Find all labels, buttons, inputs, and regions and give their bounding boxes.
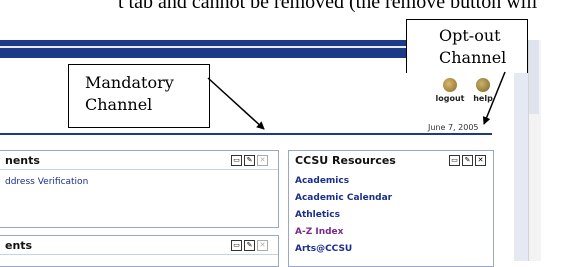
logout-button[interactable]: logout (433, 78, 467, 103)
channel-header: CCSU Resources ▭ ✎ ✕ (289, 151, 493, 169)
resource-link-arts[interactable]: Arts@CCSU (295, 244, 352, 254)
resource-link-academic-calendar[interactable]: Academic Calendar (295, 193, 392, 203)
document-text: t tab and cannot be removed (the remove … (118, 0, 538, 13)
remove-icon[interactable]: ✕ (475, 155, 486, 166)
minimize-icon[interactable]: ▭ (231, 240, 242, 251)
channel-header: ents ▭ ✎ ✕ (0, 236, 278, 255)
remove-icon: ✕ (257, 240, 268, 251)
channel-controls: ▭ ✎ ✕ (231, 240, 268, 251)
channel-ccsu-resources: CCSU Resources ▭ ✎ ✕ Academics Academic … (288, 150, 494, 267)
resource-link-academics[interactable]: Academics (295, 176, 349, 186)
channel-title: nents (5, 154, 40, 167)
header-separator (0, 133, 492, 135)
current-date: June 7, 2005 (428, 123, 479, 132)
resource-link-a-z-index[interactable]: A-Z Index (295, 227, 343, 237)
channel-title: CCSU Resources (295, 154, 396, 167)
resource-link-athletics[interactable]: Athletics (295, 210, 340, 220)
header-highlight-line (0, 46, 412, 48)
callout-optout-channel: Opt-out Channel (406, 19, 528, 73)
logout-label: logout (435, 94, 465, 103)
channel-controls: ▭ ✎ ✕ (231, 155, 268, 166)
help-label: help (473, 94, 493, 103)
callout-mandatory-text: Mandatory Channel (85, 73, 174, 114)
callout-mandatory-channel: Mandatory Channel (68, 64, 210, 128)
right-margin (514, 40, 528, 261)
callout-optout-text: Opt-out Channel (439, 26, 507, 67)
remove-icon: ✕ (257, 155, 268, 166)
minimize-icon[interactable]: ▭ (231, 155, 242, 166)
channel-left-bottom: ents ▭ ✎ ✕ (0, 235, 279, 267)
help-icon (476, 78, 490, 92)
edit-icon[interactable]: ✎ (244, 240, 255, 251)
scrollbar-thumb[interactable] (529, 40, 539, 114)
edit-icon[interactable]: ✎ (462, 155, 473, 166)
minimize-icon[interactable]: ▭ (449, 155, 460, 166)
channel-title: ents (5, 239, 33, 252)
edit-icon[interactable]: ✎ (244, 155, 255, 166)
logout-icon (443, 78, 457, 92)
channel-controls: ▭ ✎ ✕ (449, 155, 486, 166)
channel-left-top: nents ▭ ✎ ✕ ddress Verification (0, 150, 279, 228)
help-button[interactable]: help (470, 78, 496, 103)
address-verification-link[interactable]: ddress Verification (5, 177, 88, 187)
channel-header: nents ▭ ✎ ✕ (0, 151, 278, 170)
